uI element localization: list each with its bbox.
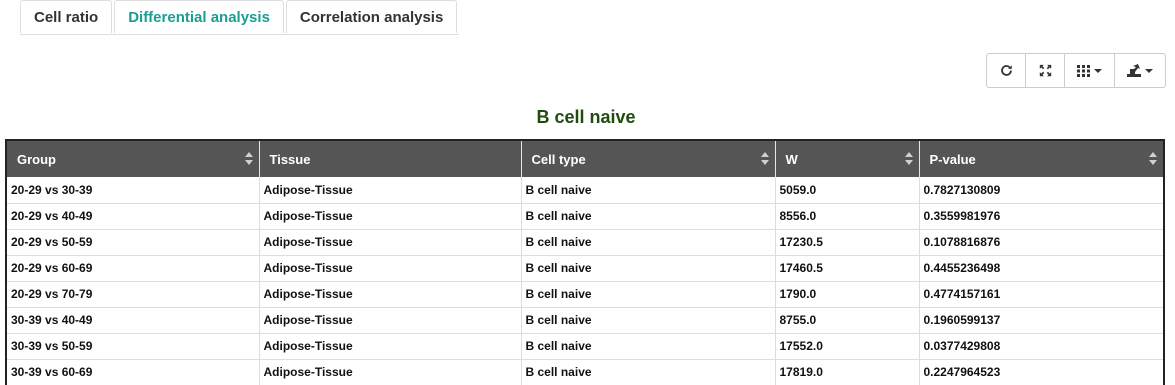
table-cell: Adipose-Tissue: [259, 229, 522, 256]
table-row[interactable]: 30-39 vs 60-69 Adipose-Tissue B cell naive…: [7, 359, 1163, 385]
table-cell: 30-39 vs 60-69: [7, 359, 260, 385]
fullscreen-icon: [1039, 64, 1051, 77]
table-cell: 17819.0: [775, 359, 920, 385]
table-cell: B cell naive: [521, 333, 776, 360]
table-row[interactable]: 30-39 vs 40-49 Adipose-Tissue B cell naive…: [7, 307, 1163, 334]
sort-icon: [904, 152, 913, 166]
table-header-row: Group Tissue Cell type W P-value: [7, 141, 1163, 177]
column-header-p-value[interactable]: P-value: [919, 141, 1163, 177]
table-cell: Adipose-Tissue: [259, 203, 522, 230]
table-cell: 30-39 vs 50-59: [7, 333, 260, 360]
table-cell: 0.7827130809: [919, 177, 1163, 204]
table-cell: B cell naive: [521, 203, 776, 230]
refresh-icon: [1000, 65, 1012, 76]
table-row[interactable]: 20-29 vs 40-49 Adipose-Tissue B cell naive…: [7, 203, 1163, 230]
data-table: Group Tissue Cell type W P-value 20-29 v…: [7, 141, 1163, 385]
table-cell: 17460.5: [775, 255, 920, 282]
export-icon: [1127, 64, 1141, 77]
table-cell: 17230.5: [775, 229, 920, 256]
table-cell: Adipose-Tissue: [259, 333, 522, 360]
sort-icon: [244, 152, 253, 166]
table-cell: 20-29 vs 70-79: [7, 281, 260, 308]
table-cell: B cell naive: [521, 307, 776, 334]
table-cell: B cell naive: [521, 177, 776, 204]
table-cell: Adipose-Tissue: [259, 255, 522, 282]
column-header-cell-type[interactable]: Cell type: [521, 141, 776, 177]
refresh-button[interactable]: [987, 54, 1026, 87]
tab-correlation-analysis[interactable]: Correlation analysis: [285, 0, 458, 33]
table-cell: 0.1078816876: [919, 229, 1163, 256]
table-cell: 0.3559981976: [919, 203, 1163, 230]
table-cell: B cell naive: [521, 255, 776, 282]
table-cell: 30-39 vs 40-49: [7, 307, 260, 334]
table-cell: 8755.0: [775, 307, 920, 334]
table-cell: 0.1960599137: [919, 307, 1163, 334]
table-row[interactable]: 20-29 vs 60-69 Adipose-Tissue B cell naive…: [7, 255, 1163, 282]
table-cell: B cell naive: [521, 281, 776, 308]
table-cell: 5059.0: [775, 177, 920, 204]
sort-icon: [760, 152, 769, 166]
table-toolbar: [986, 53, 1166, 88]
column-header-tissue[interactable]: Tissue: [259, 141, 522, 177]
table-cell: Adipose-Tissue: [259, 359, 522, 385]
table-cell: 20-29 vs 50-59: [7, 229, 260, 256]
chevron-down-icon: [1094, 68, 1102, 73]
table-row[interactable]: 20-29 vs 30-39 Adipose-Tissue B cell naive…: [7, 177, 1163, 204]
table-row[interactable]: 30-39 vs 50-59 Adipose-Tissue B cell naive…: [7, 333, 1163, 360]
chevron-down-icon: [1145, 68, 1153, 73]
column-header-group[interactable]: Group: [7, 141, 260, 177]
table-cell: 0.2247964523: [919, 359, 1163, 385]
tab-bar: Cell ratio Differential analysis Correla…: [20, 0, 460, 35]
export-button[interactable]: [1115, 54, 1165, 87]
table-cell: 0.4774157161: [919, 281, 1163, 308]
fullscreen-button[interactable]: [1026, 54, 1065, 87]
table-cell: B cell naive: [521, 229, 776, 256]
table-row[interactable]: 20-29 vs 70-79 Adipose-Tissue B cell naive…: [7, 281, 1163, 308]
page-title: B cell naive: [536, 107, 636, 127]
columns-button[interactable]: [1065, 54, 1115, 87]
table-cell: 0.4455236498: [919, 255, 1163, 282]
data-table-container: Group Tissue Cell type W P-value 20-29 v…: [5, 139, 1165, 385]
table-cell: 8556.0: [775, 203, 920, 230]
table-cell: Adipose-Tissue: [259, 307, 522, 334]
table-cell: Adipose-Tissue: [259, 281, 522, 308]
table-row[interactable]: 20-29 vs 50-59 Adipose-Tissue B cell naive…: [7, 229, 1163, 256]
table-cell: Adipose-Tissue: [259, 177, 522, 204]
columns-icon: [1077, 64, 1090, 77]
table-cell: 0.0377429808: [919, 333, 1163, 360]
sort-icon: [1149, 152, 1157, 166]
table-cell: 20-29 vs 40-49: [7, 203, 260, 230]
tab-differential-analysis[interactable]: Differential analysis: [114, 0, 284, 33]
table-cell: 1790.0: [775, 281, 920, 308]
table-cell: 20-29 vs 30-39: [7, 177, 260, 204]
table-cell: 17552.0: [775, 333, 920, 360]
table-cell: 20-29 vs 60-69: [7, 255, 260, 282]
column-header-w[interactable]: W: [775, 141, 920, 177]
table-cell: B cell naive: [521, 359, 776, 385]
tab-cell-ratio[interactable]: Cell ratio: [20, 0, 113, 33]
